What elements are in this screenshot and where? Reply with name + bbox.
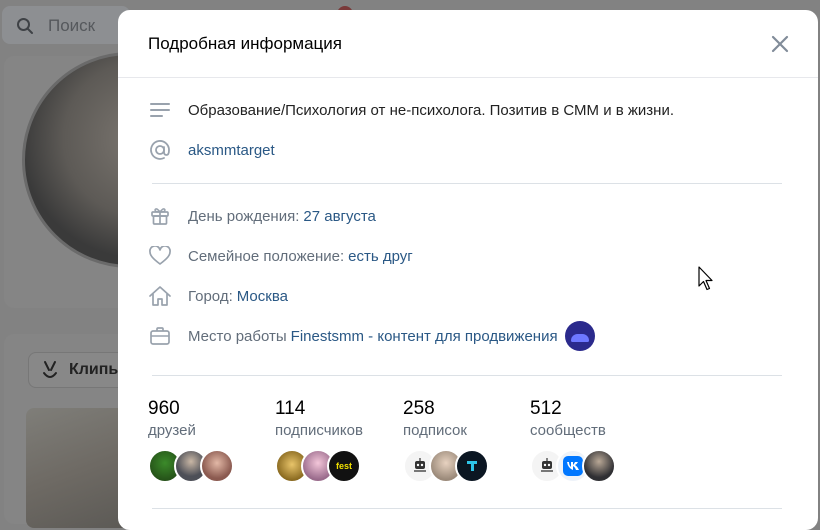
modal-title: Подробная информация — [148, 34, 342, 53]
communities-counter[interactable]: 512 сообществ — [530, 398, 658, 483]
subscriptions-avatars — [403, 449, 531, 483]
avatar[interactable]: fest — [327, 449, 361, 483]
communities-caption: сообществ — [530, 422, 606, 439]
friends-avatars — [148, 449, 276, 483]
status-text: Образование/Психология от не-психолога. … — [188, 101, 675, 119]
followers-counter[interactable]: 114 подписчиков fest — [275, 398, 403, 483]
followers-avatars: fest — [275, 449, 403, 483]
avatar[interactable] — [582, 449, 616, 483]
nickname-row: aksmmtarget — [148, 138, 275, 162]
at-sign-icon — [148, 138, 172, 162]
birthday-row: День рождения: 27 августа — [148, 204, 376, 228]
work-logo[interactable] — [564, 321, 595, 351]
city-link[interactable]: Москва — [237, 288, 288, 305]
subscriptions-count: 258 — [403, 398, 435, 419]
modal-header: Подробная информация — [118, 10, 818, 78]
heart-icon — [148, 244, 172, 268]
clips-label: Клипы — [69, 361, 123, 378]
communities-avatars — [530, 449, 658, 483]
divider — [152, 508, 782, 509]
city-label: Город: — [188, 287, 233, 305]
subscriptions-counter[interactable]: 258 подписок — [403, 398, 531, 483]
text-lines-icon — [148, 98, 172, 122]
relationship-row: Семейное положение: есть друг — [148, 244, 413, 268]
followers-count: 114 — [275, 398, 306, 419]
gift-icon — [148, 204, 172, 228]
work-label: Место работы — [188, 327, 287, 345]
nickname-link[interactable]: aksmmtarget — [188, 142, 275, 159]
clips-icon — [43, 361, 57, 378]
friends-caption: друзей — [148, 422, 196, 439]
close-icon[interactable] — [768, 32, 792, 56]
home-icon — [148, 284, 172, 308]
search-icon — [17, 18, 33, 34]
birthday-link[interactable]: 27 августа — [303, 208, 376, 225]
work-row: Место работы Finestsmm - контент для про… — [148, 321, 595, 351]
work-link[interactable]: Finestsmm - контент для продвижения — [291, 328, 558, 345]
search-box[interactable]: Поиск — [2, 6, 130, 44]
relationship-link[interactable]: есть друг — [348, 248, 413, 265]
divider — [152, 375, 782, 376]
mouse-cursor-icon — [698, 266, 713, 291]
followers-caption: подписчиков — [275, 422, 363, 439]
robot-icon — [414, 458, 426, 472]
friends-count: 960 — [148, 398, 180, 419]
divider — [152, 183, 782, 184]
briefcase-icon — [148, 324, 172, 348]
friends-counter[interactable]: 960 друзей — [148, 398, 276, 483]
avatar[interactable] — [455, 449, 489, 483]
avatar-text: fest — [335, 461, 352, 471]
communities-count: 512 — [530, 398, 562, 419]
search-placeholder: Поиск — [48, 16, 96, 35]
vk-logo-icon — [563, 456, 583, 476]
brand-logo-icon — [467, 461, 477, 471]
status-row: Образование/Психология от не-психолога. … — [148, 98, 674, 122]
avatar[interactable] — [200, 449, 234, 483]
subscriptions-caption: подписок — [403, 422, 467, 439]
city-row: Город: Москва — [148, 284, 288, 308]
relationship-label: Семейное положение: — [188, 247, 345, 265]
robot-icon — [541, 458, 553, 472]
birthday-label: День рождения: — [188, 207, 300, 225]
